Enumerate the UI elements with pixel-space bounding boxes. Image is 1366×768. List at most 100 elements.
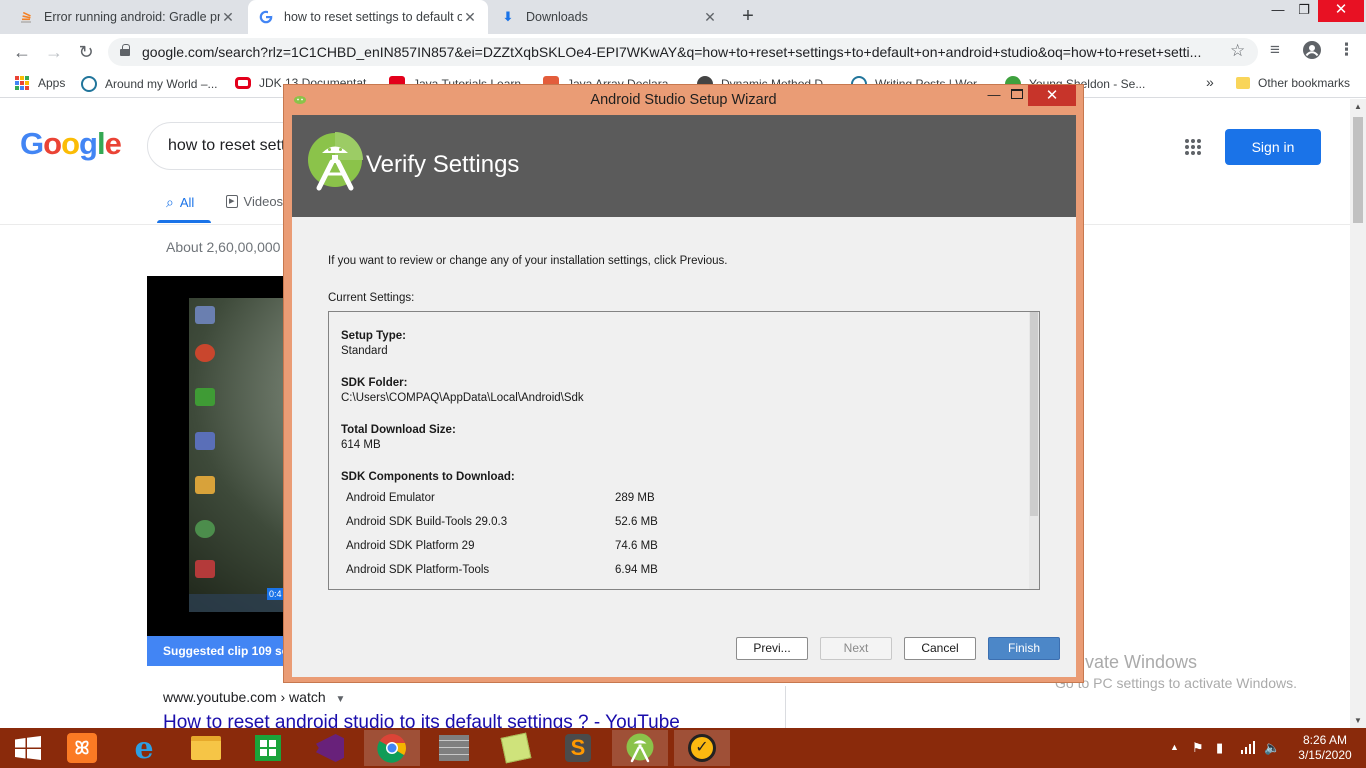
folder-icon [1236,77,1250,89]
tab-title: Downloads [526,10,588,24]
active-tab-indicator [157,220,211,223]
internet-explorer-icon[interactable]: e [116,730,172,766]
action-center-flag-icon[interactable]: ⚑ [1192,740,1204,756]
download-icon: ⬇ [502,9,514,24]
android-studio-logo-icon [307,132,363,192]
settings-scroll-thumb[interactable] [1030,312,1038,516]
lock-icon [120,44,130,56]
close-tab-icon[interactable]: ✕ [462,9,478,26]
bookmarks-overflow-button[interactable]: » [1206,74,1214,90]
google-logo[interactable]: Google [20,126,122,162]
media-control-icon[interactable]: ≡ [1270,40,1280,60]
scroll-thumb[interactable] [1353,117,1363,223]
other-bookmarks[interactable]: Other bookmarks [1236,76,1350,90]
store-icon[interactable] [240,730,296,766]
profile-icon[interactable] [1302,40,1322,65]
new-tab-button[interactable]: + [736,5,760,28]
tab-downloads[interactable]: ⬇ Downloads ✕ [490,0,728,34]
tab-videos[interactable]: ▸ Videos [226,194,283,209]
download-size-field: Total Download Size: 614 MB [341,424,456,451]
info-text: If you want to review or change any of y… [328,255,728,267]
browser-toolbar: ← → ↻ google.com/search?rlz=1C1CHBD_enIN… [0,34,1366,70]
component-row: Android SDK Build-Tools 29.0.3 52.6 MB [346,516,658,528]
video-time: 0:4 [267,588,284,600]
dialog-minimize-button[interactable]: — [984,87,1004,102]
activate-windows-watermark: Activate Windows Go to PC settings to ac… [1055,652,1297,691]
results-count: About 2,60,00,000 [166,239,281,255]
settings-scrollbar[interactable] [1029,312,1039,589]
apps-grid-icon [15,76,29,90]
system-clock[interactable]: 8:26 AM 3/15/2020 [1294,733,1356,763]
oracle-icon [235,77,251,89]
tab-error-running-android[interactable]: Error running android: Gradle pro ✕ [8,0,246,34]
tab-all[interactable]: ⌕ All [166,194,194,211]
desktop-icon [195,560,215,578]
settings-summary-panel[interactable]: Setup Type: Standard SDK Folder: C:\User… [328,311,1040,590]
dialog-maximize-button[interactable] [1011,89,1023,99]
android-studio-taskbar-icon[interactable] [612,730,668,766]
desktop-icon [195,432,215,450]
back-arrow-icon[interactable]: ← [10,40,34,64]
reload-icon[interactable]: ↻ [74,40,98,64]
divider [785,686,786,728]
next-button[interactable]: Next [820,637,892,660]
previous-button[interactable]: Previ... [736,637,808,660]
search-icon: ⌕ [166,194,174,210]
search-query: how to reset sett [168,137,286,154]
visual-studio-icon[interactable] [302,730,358,766]
battery-icon[interactable]: ▮ [1216,740,1223,756]
xampp-icon[interactable]: ꕤ [54,730,110,766]
dialog-close-button[interactable]: ✕ [1028,85,1076,106]
wordpress-icon [81,76,97,92]
scroll-down-icon[interactable]: ▼ [1350,713,1366,729]
wizard-header: Verify Settings [292,115,1076,217]
sticky-notes-icon[interactable] [488,730,544,766]
wizard-heading: Verify Settings [366,151,520,178]
show-hidden-icons[interactable]: ▲ [1170,742,1179,752]
windows-logo-icon [15,736,41,760]
bookmark-star-icon[interactable]: ☆ [1230,41,1245,61]
tab-google-search[interactable]: how to reset settings to default o ✕ [248,0,488,34]
current-settings-label: Current Settings: [328,292,415,304]
chrome-icon[interactable] [364,730,420,766]
dialog-body: Verify Settings If you want to review or… [292,115,1076,677]
scroll-up-icon[interactable]: ▲ [1350,99,1366,115]
cancel-button[interactable]: Cancel [904,637,976,660]
sign-in-button[interactable]: Sign in [1225,129,1321,165]
start-button[interactable] [0,730,56,766]
bookmark-apps[interactable]: Apps [15,76,65,90]
video-icon: ▸ [226,195,238,208]
address-bar[interactable]: google.com/search?rlz=1C1CHBD_enIN857IN8… [108,38,1258,66]
firewall-app-icon[interactable] [426,730,482,766]
forward-arrow-icon[interactable]: → [42,40,66,64]
sdk-folder-field: SDK Folder: C:\Users\COMPAQ\AppData\Loca… [341,377,584,404]
bookmark-around-my-world[interactable]: Around my World –... [81,76,218,92]
menu-dots-icon[interactable]: ⋮ [1338,40,1355,60]
restore-button[interactable]: ❐ [1289,0,1319,22]
components-heading: SDK Components to Download: [341,471,515,483]
desktop-icon [195,520,215,538]
close-tab-icon[interactable]: ✕ [702,9,718,26]
sublime-text-icon[interactable]: S [550,730,606,766]
desktop-icon [195,306,215,324]
volume-icon[interactable]: 🔈 [1264,740,1280,756]
desktop-icon [195,344,215,362]
url-text: google.com/search?rlz=1C1CHBD_enIN857IN8… [142,44,1202,60]
google-icon [258,9,274,25]
browser-tab-strip: Error running android: Gradle pro ✕ how … [0,0,1366,34]
tab-title: Error running android: Gradle pro [44,10,220,24]
close-window-button[interactable]: ✕ [1318,0,1364,22]
file-explorer-icon[interactable] [178,730,234,766]
finish-button[interactable]: Finish [988,637,1060,660]
google-apps-icon[interactable] [1185,139,1201,155]
component-row: Android SDK Platform-Tools 6.94 MB [346,564,658,576]
network-signal-icon[interactable] [1240,740,1256,757]
tab-title: how to reset settings to default o [284,10,462,24]
component-row: Android SDK Platform 29 74.6 MB [346,540,658,552]
result-cite: www.youtube.com › watch ▼ [163,689,346,705]
close-tab-icon[interactable]: ✕ [220,9,236,26]
norton-icon[interactable]: ✓ [674,730,730,766]
desktop-icon [195,476,215,494]
caret-down-icon[interactable]: ▼ [336,694,346,705]
page-scrollbar[interactable]: ▲ ▼ [1350,99,1366,729]
